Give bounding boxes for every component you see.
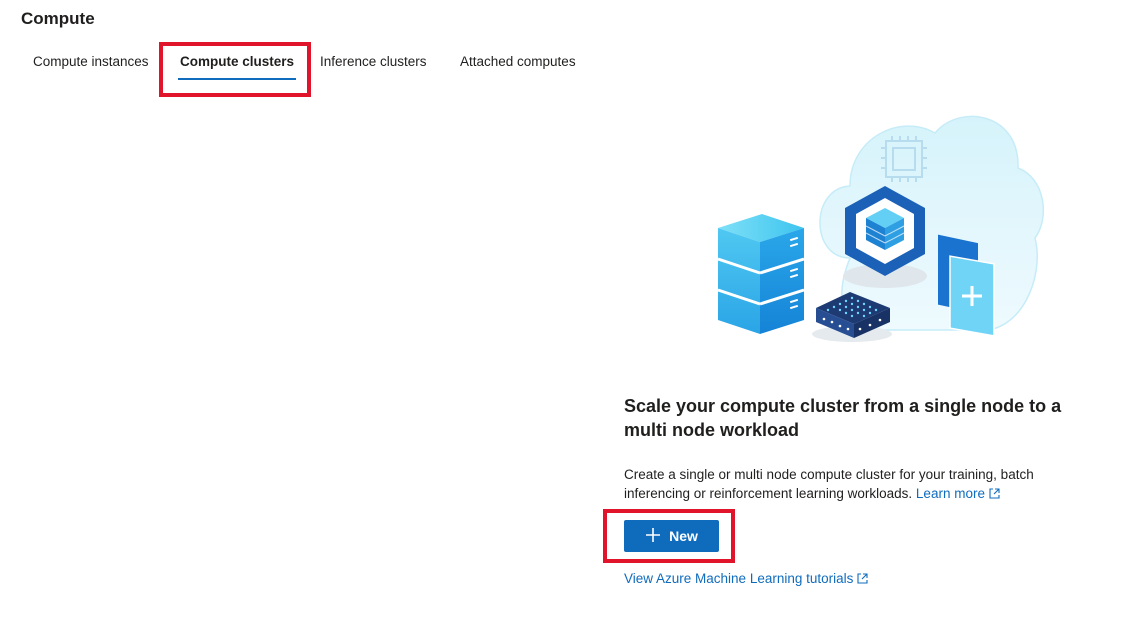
tab-compute-clusters[interactable]: Compute clusters <box>178 44 297 80</box>
learn-more-link[interactable]: Learn more <box>916 486 1000 501</box>
plus-icon <box>645 527 661 546</box>
tab-label: Compute clusters <box>180 54 295 69</box>
active-tab-indicator <box>178 78 297 80</box>
tab-compute-instances[interactable]: Compute instances <box>33 44 149 80</box>
tutorials-link[interactable]: View Azure Machine Learning tutorials <box>624 571 868 587</box>
learn-more-label: Learn more <box>915 486 985 501</box>
tab-inference-clusters[interactable]: Inference clusters <box>320 44 427 80</box>
new-button[interactable]: New <box>624 520 719 552</box>
tab-attached-computes[interactable]: Attached computes <box>460 44 576 80</box>
page-title: Compute <box>21 9 95 28</box>
tab-label: Compute instances <box>33 54 149 69</box>
compute-cluster-illustration <box>700 108 1050 353</box>
new-button-label: New <box>669 528 698 544</box>
tutorials-link-label: View Azure Machine Learning tutorials <box>624 571 854 586</box>
empty-state-description: Create a single or multi node compute cl… <box>624 465 1094 504</box>
external-link-icon <box>857 572 868 587</box>
tab-label: Inference clusters <box>320 54 427 69</box>
external-link-icon <box>989 485 1000 504</box>
tab-label: Attached computes <box>460 54 576 69</box>
empty-state-headline: Scale your compute cluster from a single… <box>624 396 1062 440</box>
